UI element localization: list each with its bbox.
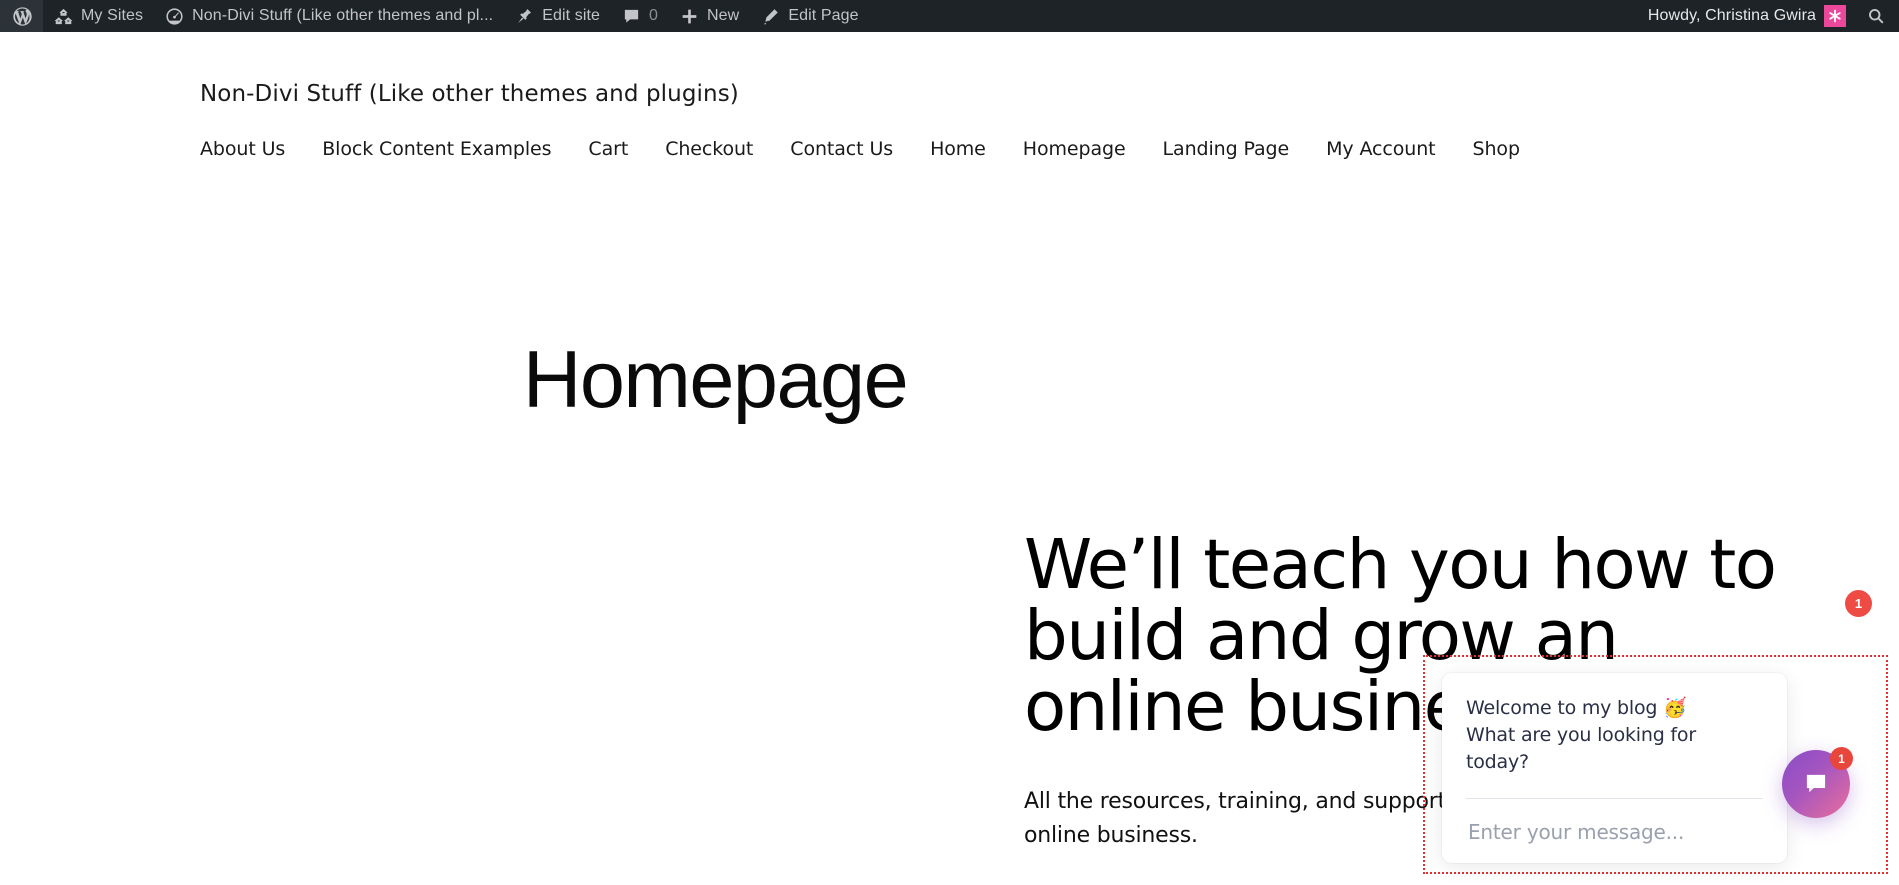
chat-launcher-button[interactable]: 1 — [1782, 747, 1853, 818]
page-title: Homepage — [522, 335, 909, 425]
wp-logo-menu[interactable] — [0, 0, 43, 32]
admin-bar-item-edit-site[interactable]: Edit site — [504, 0, 611, 32]
admin-bar-right-group: Howdy, Christina Gwira — [1637, 0, 1899, 32]
admin-bar-item-edit-page[interactable]: Edit Page — [750, 0, 869, 32]
chat-bubble-icon — [1806, 774, 1826, 793]
admin-bar-spacer — [870, 0, 1637, 32]
admin-bar-comment-count: 0 — [649, 7, 659, 24]
admin-bar-my-account[interactable]: Howdy, Christina Gwira — [1637, 0, 1857, 32]
nav-item-contact-us[interactable]: Contact Us — [790, 138, 930, 160]
nav-item-home[interactable]: Home — [930, 138, 1023, 160]
nav-item-my-account[interactable]: My Account — [1326, 138, 1472, 160]
admin-bar-label-edit-site: Edit site — [542, 7, 601, 24]
chat-panel: Welcome to my blog 🥳 What are you looking… — [1442, 673, 1787, 863]
plus-icon — [680, 7, 699, 26]
comment-bubble-icon — [622, 7, 641, 26]
chat-divider — [1466, 797, 1763, 799]
admin-bar-label-edit-page: Edit Page — [788, 7, 859, 24]
nav-item-checkout[interactable]: Checkout — [665, 138, 790, 160]
pin-tack-icon — [515, 7, 534, 26]
avatar-asterisk-icon — [1829, 9, 1841, 23]
howdy-label: Howdy, Christina Gwira — [1647, 7, 1816, 24]
search-icon — [1867, 7, 1885, 25]
chat-launcher-badge: 1 — [1830, 747, 1853, 770]
chat-message-input[interactable] — [1466, 818, 1763, 845]
dashboard-gauge-icon — [165, 7, 184, 26]
nav-item-landing-page[interactable]: Landing Page — [1163, 138, 1327, 160]
admin-bar-item-new[interactable]: New — [669, 0, 750, 32]
admin-bar-label-my-sites: My Sites — [81, 7, 144, 24]
notification-badge[interactable]: 1 — [1845, 590, 1872, 617]
admin-bar-label-new: New — [707, 7, 740, 24]
nav-item-block-content-examples[interactable]: Block Content Examples — [322, 138, 588, 160]
admin-bar-label-site-name: Non-Divi Stuff (Like other themes and pl… — [192, 7, 494, 24]
chat-greeting-message: Welcome to my blog 🥳 What are you looking… — [1466, 697, 1696, 773]
network-sites-icon — [54, 7, 73, 26]
nav-item-shop[interactable]: Shop — [1473, 138, 1557, 160]
site-header: Non-Divi Stuff (Like other themes and pl… — [0, 32, 1899, 160]
wp-admin-bar: My Sites Non-Divi Stuff (Like other them… — [0, 0, 1899, 32]
admin-bar-item-my-sites[interactable]: My Sites — [43, 0, 154, 32]
admin-bar-item-site-name[interactable]: Non-Divi Stuff (Like other themes and pl… — [154, 0, 504, 32]
pencil-icon — [761, 7, 780, 26]
nav-item-homepage[interactable]: Homepage — [1023, 138, 1163, 160]
site-title[interactable]: Non-Divi Stuff (Like other themes and pl… — [200, 80, 1899, 110]
nav-item-about-us[interactable]: About Us — [200, 138, 322, 160]
primary-navigation: About Us Block Content Examples Cart Che… — [200, 138, 1899, 160]
admin-bar-search-button[interactable] — [1857, 0, 1899, 32]
wordpress-logo-icon — [12, 6, 33, 27]
admin-bar-item-comments[interactable]: 0 — [611, 0, 669, 32]
avatar — [1824, 5, 1846, 27]
nav-item-cart[interactable]: Cart — [588, 138, 665, 160]
